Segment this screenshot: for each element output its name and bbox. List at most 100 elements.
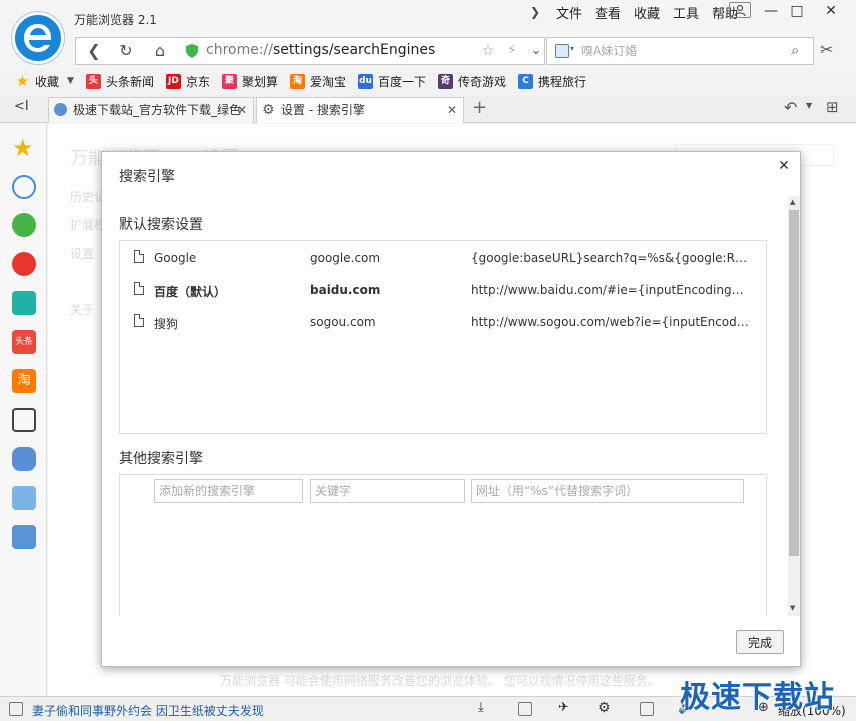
new-tab-button[interactable]: + bbox=[472, 97, 487, 118]
game-avatar-icon: 奇 bbox=[438, 73, 454, 89]
baidu-paw-icon: du bbox=[358, 73, 373, 89]
add-engine-name-input[interactable] bbox=[154, 479, 303, 503]
news-ticker-link[interactable]: 妻子偷和同事野外约会 因卫生纸被丈夫发现 bbox=[32, 702, 264, 719]
chevron-right-icon[interactable]: ❯ bbox=[527, 5, 543, 19]
favorites-star-icon[interactable]: ★ bbox=[12, 136, 36, 161]
bookmark-label: 收藏 bbox=[35, 74, 60, 89]
bookmark-juhuasuan[interactable]: 聚 聚划算 bbox=[221, 73, 278, 90]
video-film-icon[interactable] bbox=[12, 408, 36, 432]
bookmark-aitaobao[interactable]: 淘 爱淘宝 bbox=[289, 73, 346, 90]
search-engine-icon[interactable] bbox=[555, 44, 569, 58]
engine-dropdown-icon[interactable]: ▾ bbox=[570, 44, 574, 53]
maximize-button[interactable]: □ bbox=[786, 2, 808, 20]
search-app-icon[interactable] bbox=[12, 291, 36, 315]
scissors-icon[interactable]: ✂ bbox=[820, 40, 833, 59]
menu-file[interactable]: 文件 bbox=[556, 3, 582, 22]
search-input[interactable] bbox=[581, 42, 781, 60]
engine-keyword: google.com bbox=[310, 251, 381, 265]
dialog-scroll-area[interactable]: 默认搜索设置 Google google.com {google:baseURL… bbox=[102, 196, 800, 616]
chevron-down-icon[interactable]: ▼ bbox=[806, 101, 812, 110]
url-path: settings/searchEngines bbox=[273, 42, 436, 58]
url-text[interactable]: chrome://settings/searchEngines bbox=[206, 42, 435, 58]
search-icon[interactable]: ⌕ bbox=[791, 41, 799, 59]
watermark-logo: 极速下载站 bbox=[680, 680, 835, 715]
gear-icon: ⚙ bbox=[262, 102, 275, 118]
news-list-icon[interactable] bbox=[9, 702, 23, 716]
bookmark-label: 百度一下 bbox=[378, 74, 427, 89]
undo-close-icon[interactable]: ↶ bbox=[784, 98, 797, 117]
minimize-button[interactable]: — bbox=[760, 2, 782, 20]
engine-row-baidu[interactable]: 百度（默认） baidu.com http://www.baidu.com/#i… bbox=[120, 275, 766, 305]
add-engine-url-input[interactable] bbox=[471, 479, 744, 503]
ctrip-icon: C bbox=[518, 73, 534, 89]
url-scheme: chrome:// bbox=[206, 42, 273, 58]
search-box[interactable]: ▾ ⌕ bbox=[546, 37, 814, 65]
close-icon[interactable]: ✕ bbox=[776, 158, 792, 174]
juhuasuan-icon: 聚 bbox=[221, 73, 237, 89]
bookmark-ctrip[interactable]: C 携程旅行 bbox=[518, 73, 586, 90]
trash-icon[interactable] bbox=[640, 702, 654, 716]
menu-tools[interactable]: 工具 bbox=[673, 3, 699, 22]
engine-url: http://www.baidu.com/#ie={inputEncoding}… bbox=[471, 283, 749, 297]
engine-name: 百度（默认） bbox=[154, 285, 227, 299]
collapse-sidebar-icon[interactable]: <I bbox=[14, 99, 29, 114]
search-engines-dialog: 搜索引擎 ✕ 默认搜索设置 Google google.com {google:… bbox=[101, 151, 801, 667]
close-tab-icon[interactable]: ✕ bbox=[237, 98, 247, 122]
taobao-icon[interactable]: 淘 bbox=[12, 369, 36, 393]
secure-shield-icon bbox=[186, 44, 198, 58]
add-engine-keyword-input[interactable] bbox=[310, 479, 465, 503]
engine-row-sogou[interactable]: 搜狗 sogou.com http://www.sogou.com/web?ie… bbox=[120, 307, 766, 337]
tab-settings-search-engines[interactable]: ⚙ 设置 - 搜索引擎 ✕ bbox=[256, 97, 464, 123]
sidebar: ★ 头条 淘 bbox=[0, 124, 47, 696]
wechat-icon[interactable] bbox=[12, 213, 36, 237]
history-clock-icon[interactable] bbox=[12, 175, 36, 199]
download-icon[interactable]: ⤓ bbox=[478, 701, 492, 716]
user-account-icon[interactable] bbox=[729, 2, 751, 18]
toutiao-icon: 头 bbox=[85, 73, 101, 89]
calculator-icon[interactable] bbox=[12, 525, 36, 549]
bookmark-baidu[interactable]: du 百度一下 bbox=[358, 73, 426, 90]
dialog-scrollbar[interactable]: ▲ ▼ bbox=[788, 196, 800, 616]
gear-icon[interactable]: ⚙ bbox=[598, 701, 612, 716]
jd-icon: JD bbox=[165, 73, 181, 89]
notes-icon[interactable] bbox=[12, 486, 36, 510]
engine-url: http://www.sogou.com/web?ie={inputEncodi… bbox=[471, 315, 749, 329]
bookmark-toutiao[interactable]: 头 头条新闻 bbox=[85, 73, 154, 90]
scrollbar-thumb[interactable] bbox=[789, 210, 799, 556]
bookmark-jd[interactable]: JD 京东 bbox=[165, 73, 210, 90]
toutiao-icon[interactable]: 头条 bbox=[12, 330, 36, 354]
bookmark-favorites[interactable]: ★ 收藏 ▼ bbox=[15, 73, 74, 90]
document-icon bbox=[134, 250, 144, 263]
engine-row-google[interactable]: Google google.com {google:baseURL}search… bbox=[120, 243, 766, 273]
weibo-icon[interactable] bbox=[12, 252, 36, 276]
bookmark-label: 携程旅行 bbox=[538, 74, 587, 89]
close-window-button[interactable]: ✕ bbox=[820, 2, 842, 20]
bookmark-chuanqi[interactable]: 奇 传奇游戏 bbox=[438, 73, 506, 90]
other-engine-list bbox=[119, 474, 767, 616]
cleanup-icon[interactable]: ✈ bbox=[558, 701, 572, 716]
menu-view[interactable]: 查看 bbox=[595, 3, 621, 22]
home-icon[interactable]: ⌂ bbox=[144, 38, 176, 64]
address-bar[interactable]: ❮ ↻ ⌂ chrome://settings/searchEngines ☆ … bbox=[75, 37, 545, 65]
tab-label: 极速下载站_官方软件下载_绿色 bbox=[73, 103, 242, 117]
menu-favorites[interactable]: 收藏 bbox=[634, 3, 660, 22]
close-tab-icon[interactable]: ✕ bbox=[447, 98, 457, 122]
bookmark-label: 爱淘宝 bbox=[309, 74, 346, 89]
grid-apps-icon[interactable]: ⊞ bbox=[826, 98, 839, 116]
engine-name: Google bbox=[154, 251, 197, 265]
done-button[interactable]: 完成 bbox=[736, 630, 784, 654]
engine-name: 搜狗 bbox=[154, 317, 179, 331]
image-icon[interactable] bbox=[518, 702, 532, 716]
tab-jisu-download[interactable]: 极速下载站_官方软件下载_绿色 ✕ bbox=[48, 97, 254, 123]
gamepad-icon[interactable] bbox=[12, 447, 36, 471]
bookmark-label: 聚划算 bbox=[241, 74, 278, 89]
default-search-heading: 默认搜索设置 bbox=[119, 217, 203, 233]
aitaobao-icon: 淘 bbox=[289, 73, 305, 89]
scroll-down-icon[interactable]: ▼ bbox=[790, 604, 795, 612]
other-engines-heading: 其他搜索引擎 bbox=[119, 451, 203, 467]
star-icon: ★ bbox=[15, 71, 30, 90]
back-icon[interactable]: ❮ bbox=[78, 38, 110, 64]
chevron-down-icon[interactable]: ▼ bbox=[67, 76, 74, 86]
scroll-up-icon[interactable]: ▲ bbox=[790, 198, 795, 206]
reload-icon[interactable]: ↻ bbox=[110, 38, 142, 64]
